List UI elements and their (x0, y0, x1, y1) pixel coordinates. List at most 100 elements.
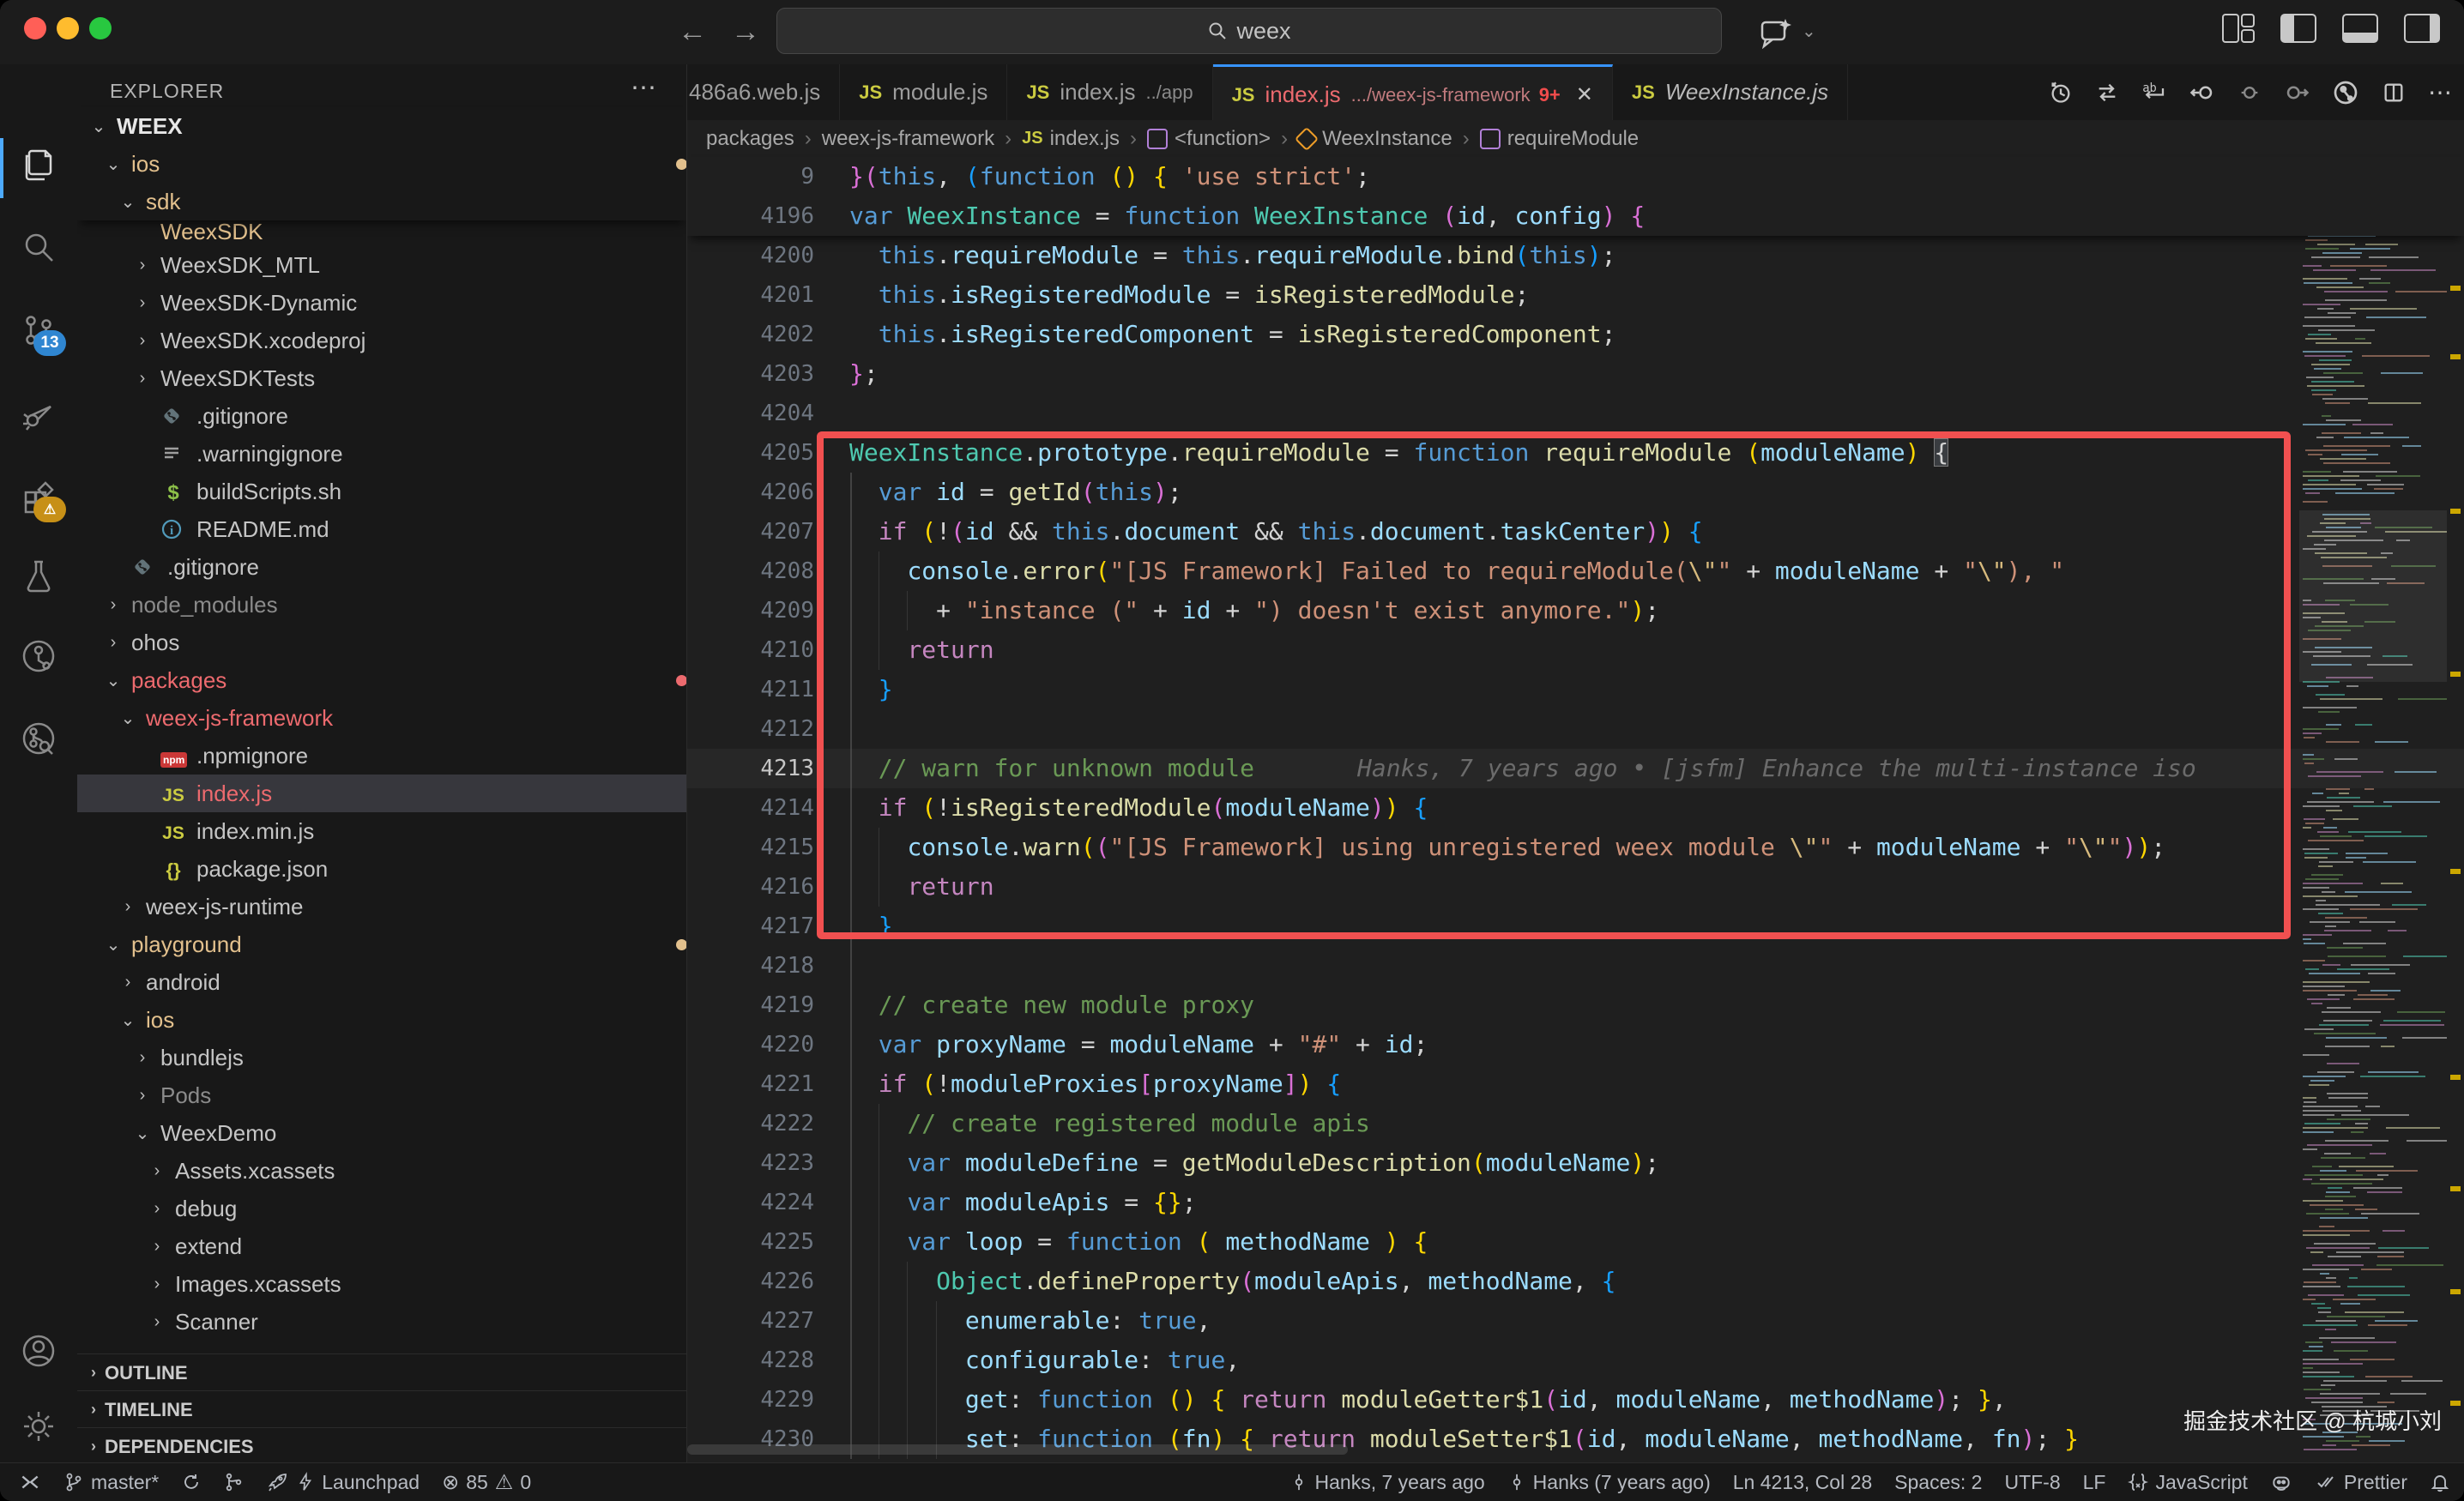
tree-item-weex-js-framework[interactable]: ⌄weex-js-framework (77, 699, 687, 737)
tree-item-index.min.js[interactable]: JSindex.min.js (77, 812, 687, 850)
next-change-icon[interactable] (2284, 80, 2310, 105)
accounts-icon[interactable] (20, 1332, 57, 1370)
tab-index.js[interactable]: JSindex.js.../weex-js-framework9+✕ (1213, 64, 1613, 123)
statusbar-prettier[interactable]: Prettier (2315, 1471, 2407, 1494)
tree-item-bundlejs[interactable]: ›bundlejs (77, 1039, 687, 1076)
tab-WeexInstance.js[interactable]: JSWeexInstance.js (1613, 64, 1848, 120)
statusbar-hanks-7-years-ago-[interactable]: Hanks (7 years ago) (1507, 1471, 1711, 1494)
tree-item-README.md[interactable]: iREADME.md (77, 510, 687, 548)
back-icon[interactable]: ← (678, 15, 731, 48)
search-icon[interactable] (20, 228, 57, 266)
breadcrumb-item[interactable]: packages (706, 127, 794, 151)
tree-item-label: WeexSDK.xcodeproj (160, 328, 365, 354)
tree-item-WEEX[interactable]: ⌄WEEX (77, 107, 687, 145)
run-debug-icon[interactable] (20, 395, 57, 432)
source-control-icon[interactable]: 13 (20, 311, 57, 349)
tree-item-android[interactable]: ›android (77, 963, 687, 1001)
command-center-search[interactable]: weex (776, 8, 1722, 54)
tree-item-node_modules[interactable]: ›node_modules (77, 586, 687, 624)
settings-gear-icon[interactable] (20, 1408, 57, 1445)
extensions-icon[interactable]: ⚠ (20, 478, 57, 515)
tree-item-.warningignore[interactable]: .warningignore (77, 435, 687, 473)
statusbar-launchpad[interactable]: Launchpad (267, 1471, 420, 1494)
tree-item-.npmignore[interactable]: npm.npmignore (77, 737, 687, 775)
open-changes-icon[interactable] (2095, 81, 2119, 105)
more-actions-icon[interactable]: ⋯ (2428, 78, 2452, 106)
tree-item-WeexSDK[interactable]: WeexSDK (77, 220, 687, 243)
copilot-chat-icon[interactable] (1757, 14, 1795, 51)
previous-change-icon[interactable] (2189, 80, 2215, 105)
tree-item-ios[interactable]: ⌄ios (77, 1001, 687, 1039)
tree-item-WeexSDKTests[interactable]: ›WeexSDKTests (77, 359, 687, 397)
statusbar-ln-4213-col-28[interactable]: Ln 4213, Col 28 (1733, 1471, 1872, 1494)
chevron-down-icon[interactable]: ⌄ (1802, 21, 1816, 42)
tree-item-packages[interactable]: ⌄packages (77, 661, 687, 699)
overview-ruler[interactable] (2449, 157, 2464, 1463)
tree-item-WeexSDK_MTL[interactable]: ›WeexSDK_MTL (77, 246, 687, 284)
statusbar-master-[interactable]: master* (63, 1471, 159, 1494)
current-change-icon[interactable] (2238, 81, 2262, 105)
statusbar-javascript[interactable]: JavaScript (2128, 1471, 2247, 1494)
split-editor-icon[interactable] (2382, 81, 2406, 105)
tree-item-weex-js-runtime[interactable]: ›weex-js-runtime (77, 888, 687, 925)
tree-item-sdk[interactable]: ⌄sdk (77, 183, 687, 220)
toggle-primary-sidebar-icon[interactable] (2280, 14, 2316, 43)
dependencies-section[interactable]: ›DEPENDENCIES (77, 1427, 686, 1463)
tree-item-Pods[interactable]: ›Pods (77, 1076, 687, 1114)
explorer-icon[interactable] (20, 144, 57, 182)
breadcrumb-item[interactable]: <function> (1147, 127, 1271, 151)
statusbar-copilot[interactable] (2270, 1471, 2292, 1493)
statusbar-remote[interactable] (19, 1471, 41, 1493)
tab-486a6.web.js[interactable]: 486a6.web.js (687, 64, 840, 120)
zoom-window-button[interactable] (89, 17, 112, 39)
tree-item-.gitignore[interactable]: .gitignore (77, 548, 687, 586)
tree-item-package.json[interactable]: {}package.json (77, 850, 687, 888)
tree-item-index.js[interactable]: JSindex.js9+ (77, 775, 687, 812)
tree-item-WeexSDK-Dynamic[interactable]: ›WeexSDK-Dynamic (77, 284, 687, 322)
statusbar-hanks-7-years-ago[interactable]: Hanks, 7 years ago (1289, 1471, 1485, 1494)
statusbar-lf[interactable]: LF (2083, 1471, 2106, 1494)
breadcrumb-item[interactable]: weex-js-framework (822, 127, 994, 151)
gitlens-icon[interactable] (20, 637, 57, 675)
tree-item-ios[interactable]: ⌄ios (77, 145, 687, 183)
tree-item-WeexDemo[interactable]: ⌄WeexDemo (77, 1114, 687, 1152)
tree-item-WeexSDK.xcodeproj[interactable]: ›WeexSDK.xcodeproj (77, 322, 687, 359)
customize-layout-icon[interactable] (2222, 14, 2255, 39)
testing-icon[interactable] (20, 557, 57, 594)
tree-item-ohos[interactable]: ›ohos (77, 624, 687, 661)
tab-index.js[interactable]: JSindex.js../app (1007, 64, 1212, 120)
statusbar-85[interactable]: ⊗85⚠0 (442, 1470, 531, 1495)
minimize-window-button[interactable] (57, 17, 79, 39)
outline-section[interactable]: ›OUTLINE (77, 1353, 686, 1391)
statusbar-bell[interactable] (2430, 1472, 2450, 1492)
breadcrumb-item[interactable]: WeexInstance (1298, 127, 1452, 151)
toggle-secondary-sidebar-icon[interactable] (2404, 14, 2440, 43)
toggle-panel-icon[interactable] (2342, 14, 2378, 43)
statusbar-utf-8[interactable]: UTF-8 (2004, 1471, 2060, 1494)
statusbar-sync[interactable] (181, 1472, 202, 1492)
statusbar-spaces-2[interactable]: Spaces: 2 (1894, 1471, 1982, 1494)
tree-item-debug[interactable]: ›debug (77, 1190, 687, 1227)
breadcrumb-item[interactable]: requireModule (1480, 127, 1639, 151)
minimap[interactable] (2299, 157, 2447, 1463)
sidebar-more-actions-icon[interactable]: ⋯ (631, 73, 656, 103)
minimap-slider[interactable] (2299, 510, 2447, 682)
run-icon[interactable] (2332, 79, 2359, 106)
timeline-section[interactable]: ›TIMELINE (77, 1390, 686, 1428)
tree-item-buildScripts.sh[interactable]: $buildScripts.sh (77, 473, 687, 510)
timeline-icon[interactable] (2049, 81, 2073, 105)
tree-item-Scanner[interactable]: ›Scanner (77, 1303, 687, 1341)
tree-item-playground[interactable]: ⌄playground (77, 925, 687, 963)
horizontal-scrollbar[interactable] (687, 1444, 1348, 1455)
tree-item-Images.xcassets[interactable]: ›Images.xcassets (77, 1265, 687, 1303)
tab-module.js[interactable]: JSmodule.js (840, 64, 1007, 120)
rename-icon[interactable]: ab (2141, 80, 2167, 105)
tree-item-.gitignore[interactable]: .gitignore (77, 397, 687, 435)
tree-item-Assets.xcassets[interactable]: ›Assets.xcassets (77, 1152, 687, 1190)
git-graph-icon[interactable] (20, 720, 57, 757)
statusbar-graph[interactable] (224, 1472, 245, 1492)
close-tab-icon[interactable]: ✕ (1576, 82, 1593, 107)
close-window-button[interactable] (24, 17, 46, 39)
tree-item-extend[interactable]: ›extend (77, 1227, 687, 1265)
breadcrumb-item[interactable]: JSindex.js (1022, 127, 1120, 151)
